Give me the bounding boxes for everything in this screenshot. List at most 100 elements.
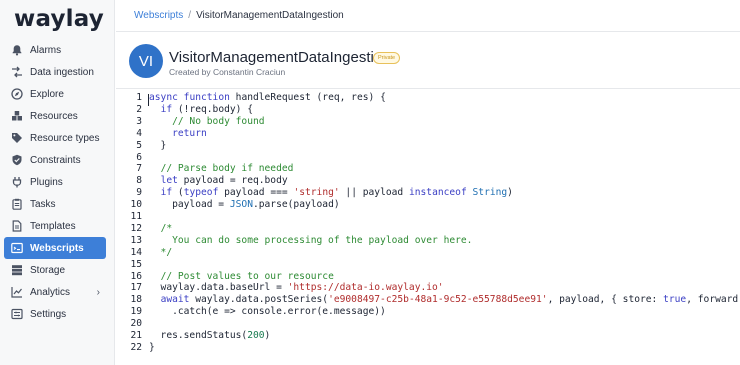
code-token: (!req.body) { [172, 103, 253, 115]
sidebar-item-label: Tasks [30, 198, 56, 210]
code-line[interactable]: 5 } [116, 140, 740, 152]
code-text: if (!req.body) { [149, 104, 253, 116]
code-line[interactable]: 4 return [116, 128, 740, 140]
breadcrumb-webscripts-link[interactable]: Webscripts [134, 10, 183, 21]
script-header: VI VisitorManagementDataIngestion Privat… [116, 32, 740, 89]
code-editor[interactable]: 1 async function handleRequest (req, res)… [116, 90, 740, 365]
code-token: typeof [183, 187, 219, 199]
sidebar-item-resources[interactable]: Resources [4, 105, 106, 127]
sidebar-nav: Alarms Data ingestion Explore Resources [4, 39, 106, 325]
code-line[interactable]: 21 res.sendStatus(200) [116, 330, 740, 342]
code-line[interactable]: 6 [116, 152, 740, 164]
code-line[interactable]: 3 // No body found [116, 116, 740, 128]
code-token: ) [264, 330, 271, 341]
code-text: res.sendStatus(200) [149, 330, 271, 342]
code-line[interactable]: 20 [116, 318, 740, 330]
code-token: waylay.data.postSeries( [189, 294, 329, 306]
page-title: VisitorManagementDataIngestion [169, 49, 391, 66]
code-text: // Parse body if needed [149, 163, 294, 175]
sidebar-item-settings[interactable]: Settings [4, 303, 106, 325]
line-number: 8 [136, 175, 142, 187]
code-token: async [149, 92, 178, 103]
code-line[interactable]: 12 /* [116, 223, 740, 235]
code-line[interactable]: 13 You can do some processing of the pay… [116, 235, 740, 247]
code-token: String [472, 187, 508, 199]
code-token: 200 [247, 330, 265, 341]
code-line[interactable]: 9 if (typeof payload === 'string' || pay… [116, 187, 740, 199]
sidebar-item-label: Analytics [30, 286, 71, 298]
code-line[interactable]: 7 // Parse body if needed [116, 163, 740, 175]
sidebar-item-label: Templates [30, 220, 76, 232]
code-text: payload = JSON.parse(payload) [149, 199, 340, 211]
code-token: You can do some processing of the payloa… [149, 234, 473, 246]
waylay-logo[interactable]: waylay [14, 6, 104, 32]
code-line[interactable]: 1 async function handleRequest (req, res)… [116, 92, 740, 104]
sidebar-item-label: Settings [30, 308, 67, 320]
code-token: if [160, 187, 173, 199]
code-text: /* [149, 223, 173, 235]
code-text: // Post values to our resource [149, 271, 334, 283]
line-number: 21 [130, 330, 142, 341]
chevron-right-icon: › [96, 286, 100, 298]
code-line[interactable]: 16 // Post values to our resource [116, 271, 740, 283]
sidebar-item-label: Data ingestion [30, 66, 94, 78]
sidebar-item-plugins[interactable]: Plugins [4, 171, 106, 193]
sidebar-item-data-ingestion[interactable]: Data ingestion [4, 61, 106, 83]
code-token: 'e9008497-c25b-48a1-9c52-e55788d5ee91' [328, 294, 548, 306]
code-line[interactable]: 17 waylay.data.baseUrl = 'https://data-i… [116, 282, 740, 294]
sidebar-item-webscripts[interactable]: Webscripts [4, 237, 106, 259]
sidebar-item-constraints[interactable]: Constraints [4, 149, 106, 171]
code-token: res.sendStatus( [149, 330, 248, 341]
code-text: } [149, 342, 155, 354]
sidebar-item-label: Plugins [30, 176, 63, 188]
line-number: 13 [130, 234, 142, 246]
plug-icon [10, 176, 23, 189]
code-token: ( [172, 187, 184, 199]
text-cursor [148, 94, 149, 106]
sidebar-item-label: Alarms [30, 44, 62, 56]
code-line[interactable]: 18 await waylay.data.postSeries('e900849… [116, 294, 740, 306]
code-line[interactable]: 19 .catch(e => console.error(e.message)) [116, 306, 740, 318]
shield-icon [10, 154, 23, 167]
sidebar-item-storage[interactable]: Storage [4, 259, 106, 281]
line-number: 22 [130, 341, 142, 353]
breadcrumb-current: VisitorManagementDataIngestion [196, 10, 344, 21]
code-token: waylay.data.baseUrl = [149, 282, 288, 294]
code-token: handleRequest (req, res) { [229, 92, 386, 103]
sidebar-item-resource-types[interactable]: Resource types [4, 127, 106, 149]
code-text: // No body found [149, 116, 264, 128]
code-line[interactable]: 11 [116, 211, 740, 223]
sidebar-item-label: Storage [30, 264, 66, 276]
code-line[interactable]: 8 let payload = req.body [116, 175, 740, 187]
code-token: 'https://data-io.waylay.io' [287, 282, 444, 294]
created-by-text: Created by Constantin Craciun [169, 67, 286, 77]
sidebar-item-tasks[interactable]: Tasks [4, 193, 106, 215]
sidebar-item-analytics[interactable]: Analytics › [4, 281, 106, 303]
code-line[interactable]: 10 payload = JSON.parse(payload) [116, 199, 740, 211]
code-token: } [149, 341, 155, 353]
sidebar-item-label: Resource types [30, 132, 100, 144]
sidebar-item-templates[interactable]: Templates [4, 215, 106, 237]
line-number: 18 [130, 294, 142, 306]
code-icon [10, 242, 23, 255]
sidebar-item-label: Constraints [30, 154, 81, 166]
line-number: 10 [130, 199, 142, 211]
sidebar-item-explore[interactable]: Explore [4, 83, 106, 105]
sidebar-item-label: Explore [30, 88, 64, 100]
code-line[interactable]: 22} [116, 342, 740, 354]
line-number: 19 [130, 306, 142, 318]
code-line[interactable]: 2 if (!req.body) { [116, 104, 740, 116]
cubes-icon [10, 110, 23, 123]
code-line[interactable]: 14 */ [116, 247, 740, 259]
code-text: await waylay.data.postSeries('e9008497-c… [149, 294, 740, 306]
code-token: let [160, 175, 178, 187]
sidebar-item-alarms[interactable]: Alarms [4, 39, 106, 61]
code-line[interactable]: 15 [116, 259, 740, 271]
bell-icon [10, 44, 23, 57]
